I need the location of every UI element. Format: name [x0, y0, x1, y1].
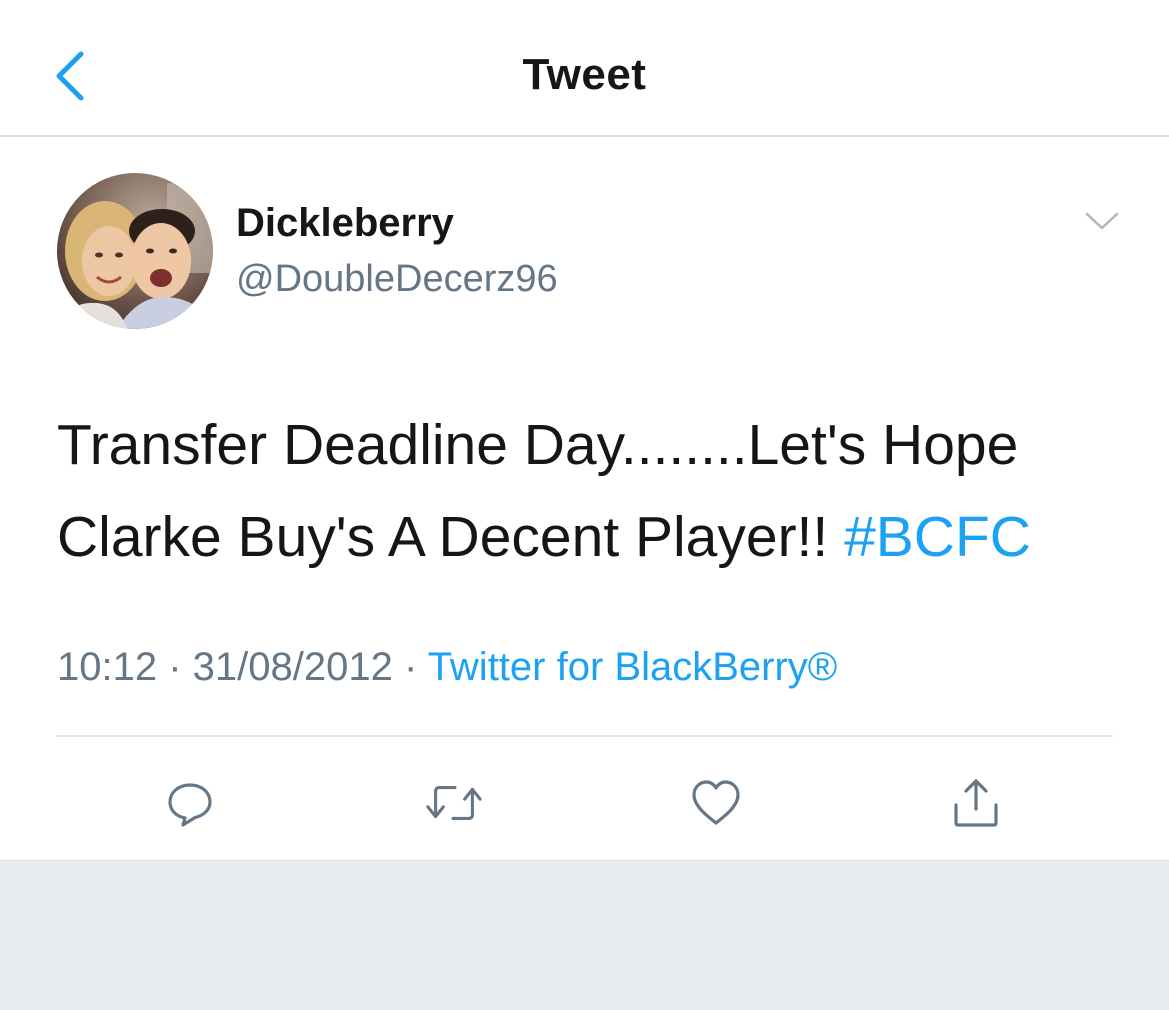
page-title: Tweet [522, 50, 647, 99]
reply-icon [168, 783, 212, 827]
top-nav-bar: Tweet [0, 0, 1169, 137]
retweet-icon [426, 785, 482, 821]
tweet-meta: 10:12 · 31/08/2012 · Twitter for BlackBe… [57, 645, 837, 690]
profile-photo [57, 173, 213, 329]
tweet-text-line-2-content: Clarke Buy's A Decent Player!! [57, 505, 845, 569]
like-button[interactable] [686, 773, 746, 833]
empty-background-area [0, 860, 1169, 1010]
tweet-date: 31/08/2012 [192, 645, 393, 689]
avatar[interactable] [57, 173, 213, 329]
meta-separator: · [392, 645, 428, 689]
meta-separator: · [157, 645, 193, 689]
tweet-card: Dickleberry @DoubleDecerz96 Transfer Dea… [0, 137, 1169, 860]
more-options-button[interactable] [1080, 203, 1124, 239]
divider [57, 735, 1113, 737]
tweet-text-line-2: Clarke Buy's A Decent Player!! #BCFC [57, 491, 1137, 583]
tweet-source-link[interactable]: Twitter for BlackBerry® [428, 645, 838, 689]
heart-icon [692, 780, 740, 825]
reply-button[interactable] [160, 773, 220, 833]
chevron-down-icon [1085, 212, 1119, 230]
tweet-text-line-1: Transfer Deadline Day........Let's Hope [57, 413, 1019, 477]
share-button[interactable] [946, 773, 1006, 833]
tweet-time: 10:12 [57, 645, 158, 689]
display-name[interactable]: Dickleberry [236, 201, 454, 246]
tweet-text: Transfer Deadline Day........Let's Hope … [57, 399, 1137, 583]
retweet-button[interactable] [424, 773, 484, 833]
user-handle[interactable]: @DoubleDecerz96 [236, 258, 558, 301]
hashtag-link[interactable]: #BCFC [844, 505, 1031, 569]
share-icon [954, 779, 998, 827]
